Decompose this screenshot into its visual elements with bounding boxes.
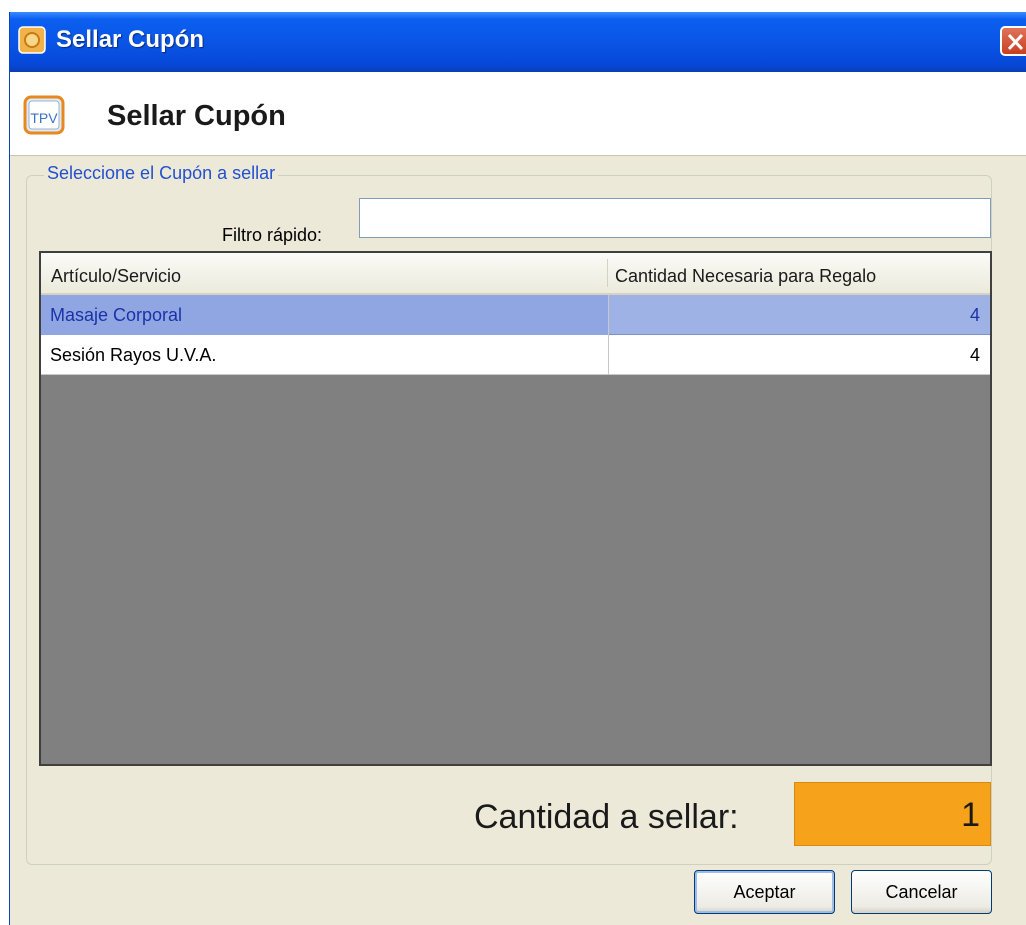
svg-text:TPV: TPV (30, 110, 58, 126)
tpv-icon: TPV (23, 93, 67, 137)
dialog-header: TPV Sellar Cupón (10, 72, 1026, 156)
window-title: Sellar Cupón (56, 26, 205, 53)
header-title: Sellar Cupón (107, 100, 286, 132)
filter-label: Filtro rápido: (222, 225, 323, 245)
cell-quantity: 4 (969, 345, 980, 365)
quantity-label: Cantidad a sellar: (474, 798, 739, 836)
table-row[interactable]: Sesión Rayos U.V.A. 4 (41, 335, 990, 375)
cell-item: Masaje Corporal (41, 295, 609, 335)
cancel-button[interactable]: Cancelar (851, 870, 992, 914)
accept-button[interactable]: Aceptar (694, 870, 835, 914)
column-header-quantity[interactable]: Cantidad Necesaria para Regalo (609, 253, 990, 293)
quantity-field[interactable]: 1 (794, 782, 991, 846)
quick-filter-input[interactable] (359, 198, 991, 238)
title-bar[interactable]: Sellar Cupón (10, 12, 1026, 72)
app-icon (18, 26, 46, 54)
coupon-grid[interactable]: Artículo/Servicio Cantidad Necesaria par… (39, 251, 992, 766)
cell-item: Sesión Rayos U.V.A. (41, 335, 609, 375)
table-row[interactable]: Masaje Corporal 4 (41, 295, 990, 335)
close-button[interactable] (1000, 26, 1026, 56)
group-legend: Seleccione el Cupón a sellar (44, 163, 279, 184)
column-header-item[interactable]: Artículo/Servicio (41, 259, 608, 287)
grid-header: Artículo/Servicio Cantidad Necesaria par… (41, 253, 990, 295)
close-icon (1007, 33, 1024, 51)
cell-quantity: 4 (969, 305, 980, 325)
